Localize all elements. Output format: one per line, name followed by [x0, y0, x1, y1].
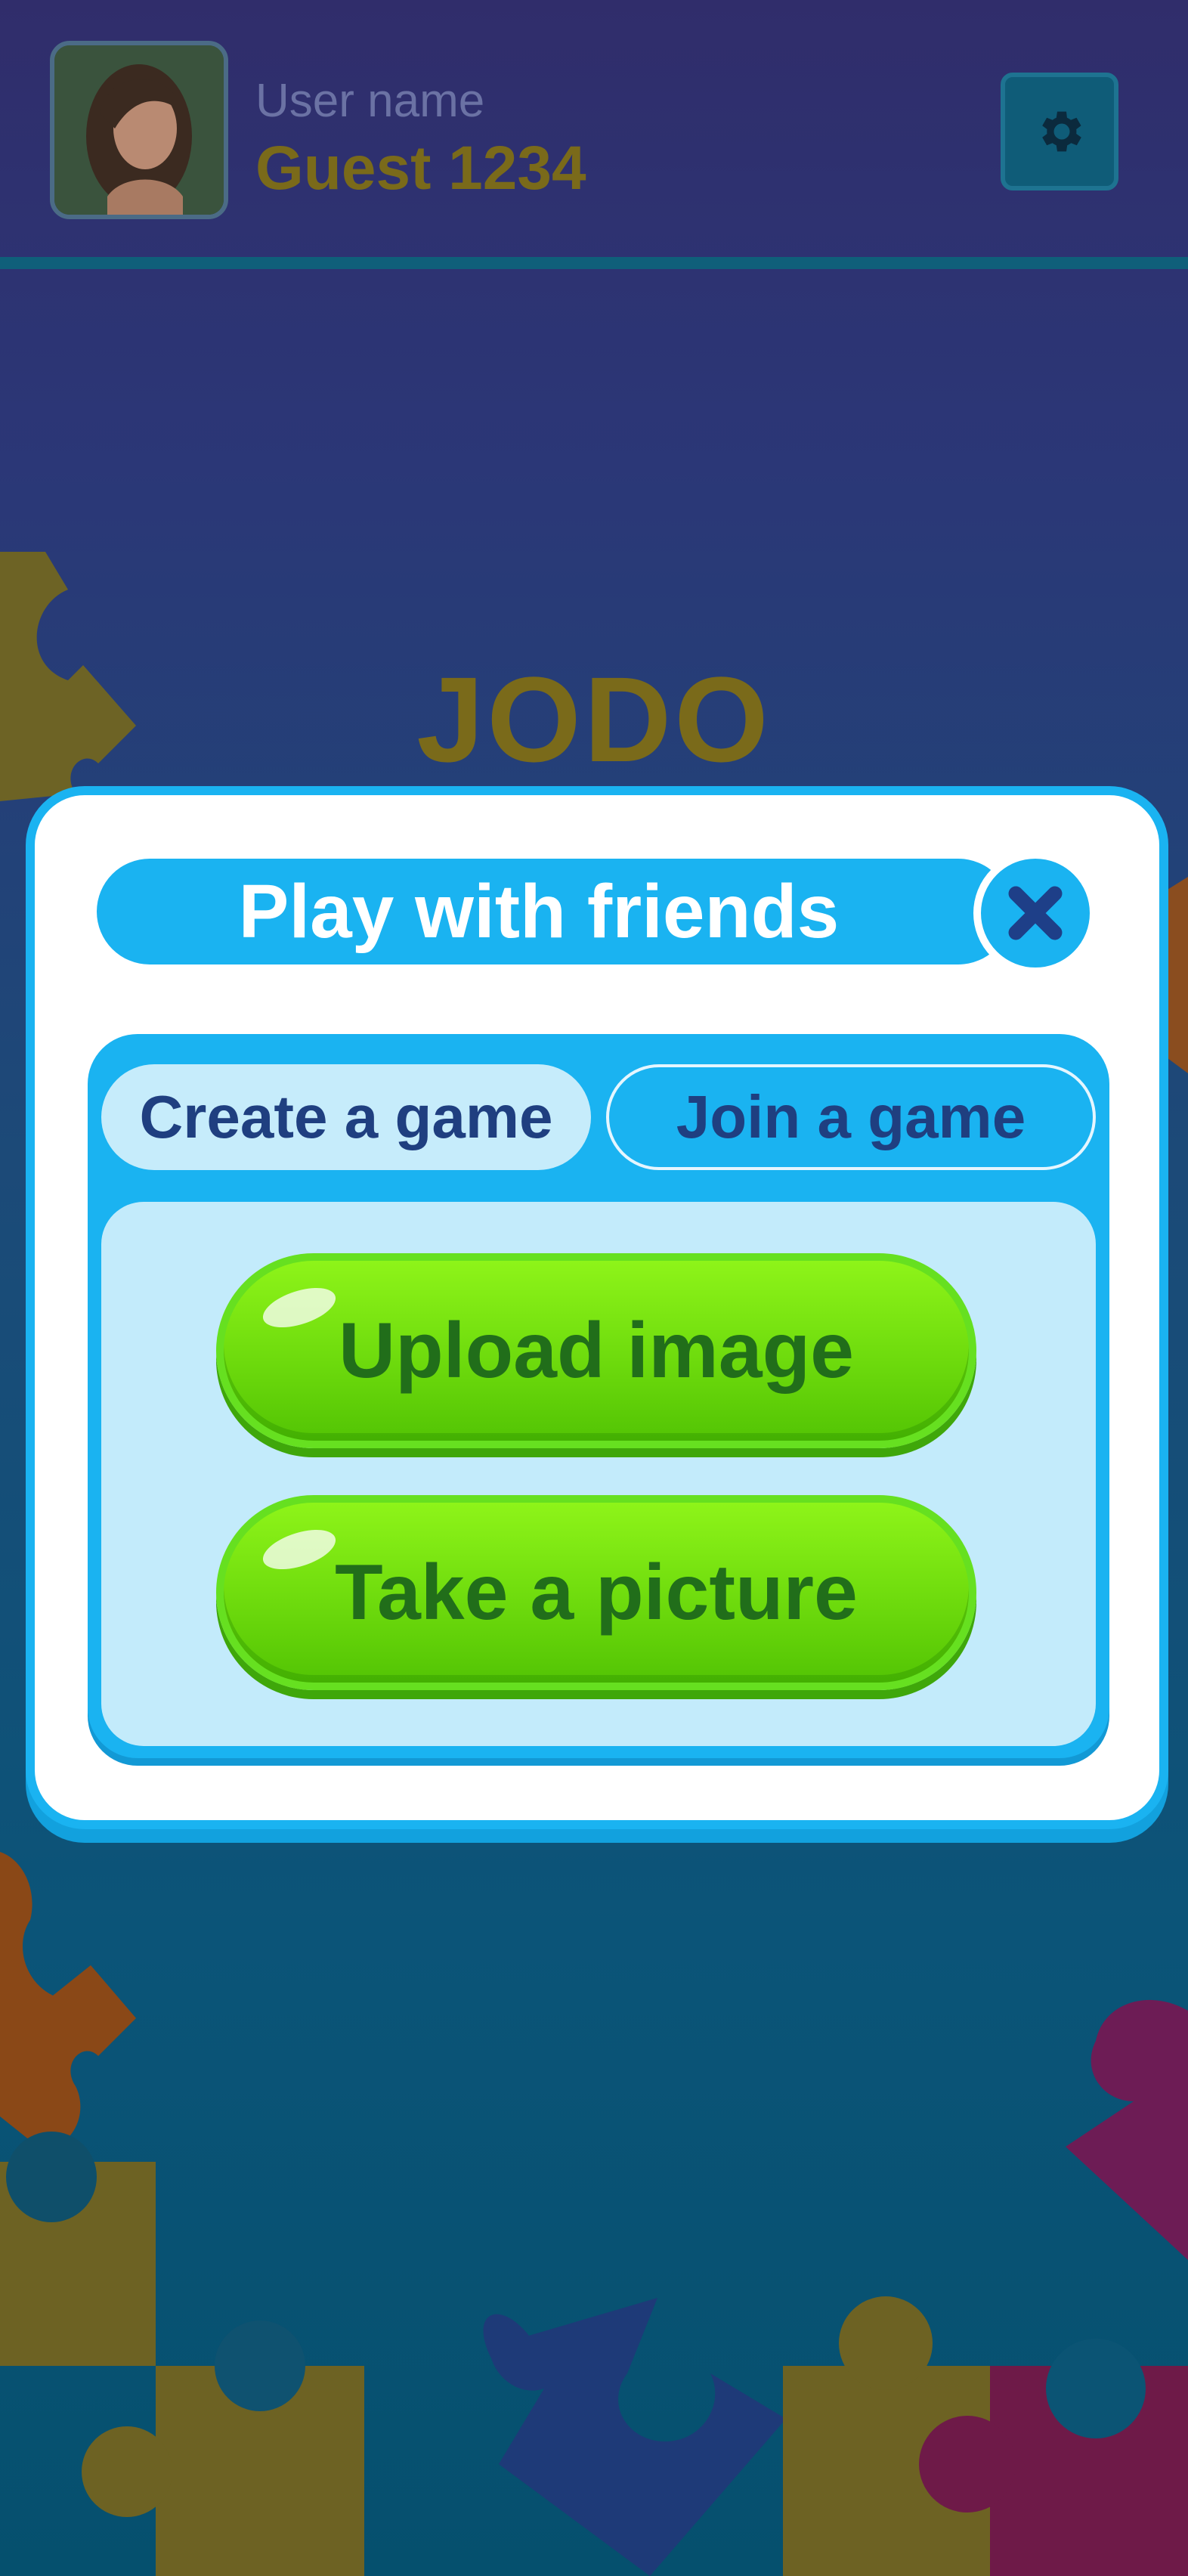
tab-create-game-label: Create a game	[139, 1083, 553, 1150]
puzzle-piece-icon	[483, 2298, 786, 2576]
app-logo: JODO	[416, 652, 772, 787]
gear-icon	[1042, 111, 1081, 152]
tab-create-game[interactable]: Create a game	[101, 1064, 591, 1170]
take-picture-button[interactable]: Take a picture	[216, 1495, 976, 1690]
user-photo-icon	[54, 45, 224, 215]
puzzle-piece-icon	[783, 2296, 1188, 2576]
settings-button[interactable]	[1001, 73, 1118, 190]
upload-image-label: Upload image	[339, 1306, 854, 1395]
tab-join-game-label: Join a game	[676, 1083, 1026, 1150]
puzzle-piece-icon	[1066, 1999, 1188, 2260]
header-divider	[0, 257, 1188, 269]
close-icon	[1008, 886, 1063, 940]
shine-highlight	[258, 1522, 341, 1577]
tab-join-game[interactable]: Join a game	[606, 1064, 1096, 1170]
puzzle-piece-icon	[0, 1852, 136, 2148]
dialog-title: Play with friends	[238, 868, 840, 954]
take-picture-label: Take a picture	[335, 1548, 858, 1636]
dialog-title-bar: Play with friends	[97, 859, 1011, 964]
upload-image-button[interactable]: Upload image	[216, 1253, 976, 1448]
avatar[interactable]	[50, 41, 228, 219]
shine-highlight	[258, 1280, 341, 1336]
user-name-value: Guest 1234	[255, 134, 586, 203]
puzzle-piece-icon	[0, 2132, 364, 2576]
close-button[interactable]	[973, 851, 1097, 975]
user-name-label: User name	[255, 75, 485, 127]
